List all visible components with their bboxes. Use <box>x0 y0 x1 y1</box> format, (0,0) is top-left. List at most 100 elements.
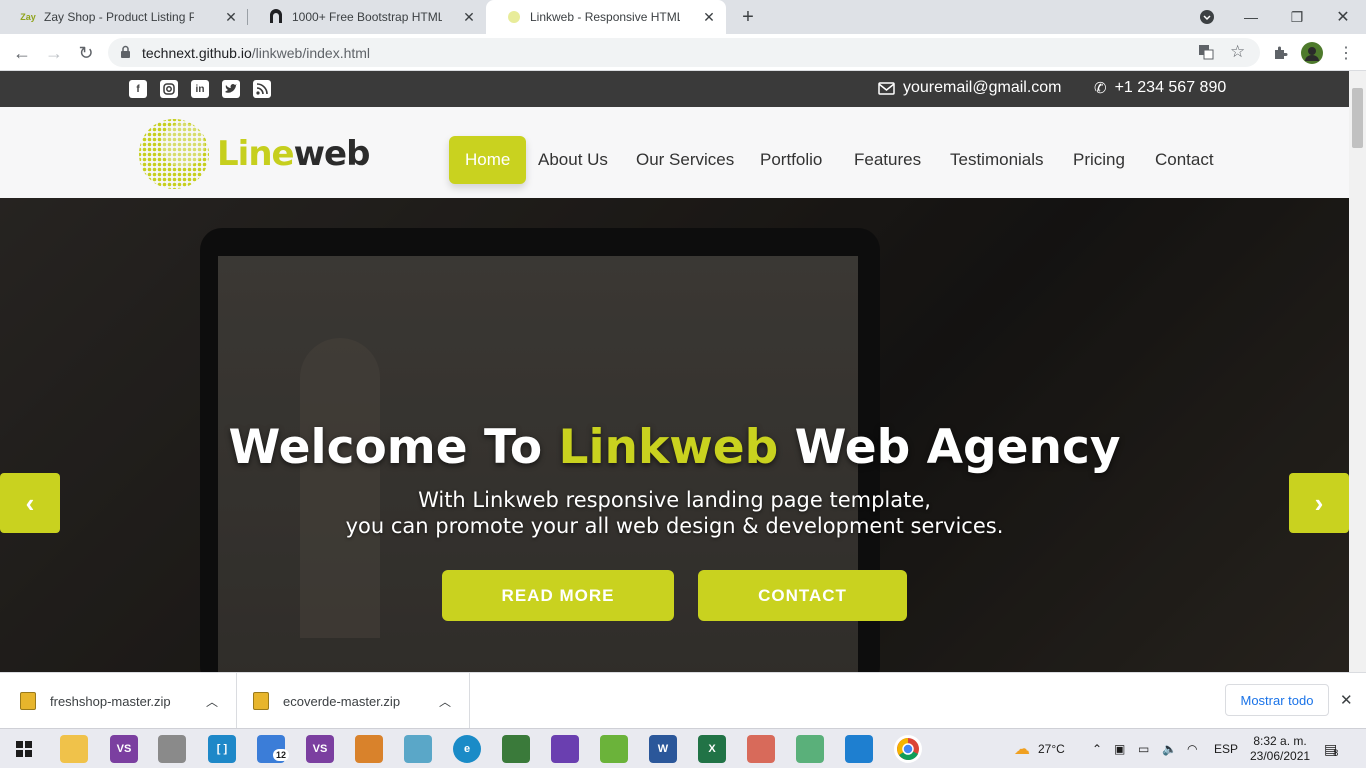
tab-title: Linkweb - Responsive HTML5 Te <box>530 10 680 24</box>
phone-text: +1 234 567 890 <box>1114 79 1227 96</box>
windows-start-icon[interactable] <box>10 735 38 763</box>
email-text: youremail@gmail.com <box>903 79 1062 96</box>
chevron-up-icon[interactable]: ︿ <box>206 693 218 710</box>
instagram-icon[interactable] <box>160 80 178 98</box>
bracket-app-icon[interactable]: [ ] <box>208 735 236 763</box>
browser-tab[interactable]: 1000+ Free Bootstrap HTML5 CS ✕ <box>248 0 486 34</box>
visual-studio-2-icon[interactable]: VS <box>306 735 334 763</box>
battery-icon[interactable]: ▭ <box>1138 729 1149 769</box>
hero-subtitle-line-2: you can promote your all web design & de… <box>345 514 1004 538</box>
reload-icon[interactable]: ↻ <box>74 41 98 65</box>
rss-icon[interactable] <box>253 80 271 98</box>
linkedin-icon[interactable]: in <box>191 80 209 98</box>
facebook-icon[interactable]: f <box>129 80 147 98</box>
url-path: /linkweb/index.html <box>251 44 371 61</box>
scrollbar-thumb[interactable] <box>1352 88 1363 148</box>
nav-about-us[interactable]: About Us <box>538 136 608 184</box>
notifications-count: 8 <box>1333 748 1339 758</box>
vscode-icon[interactable] <box>845 735 873 763</box>
back-icon[interactable]: ← <box>10 41 34 65</box>
download-filename: ecoverde-master.zip <box>283 693 401 709</box>
read-more-button[interactable]: READ MORE <box>442 570 674 621</box>
page-scrollbar[interactable] <box>1349 71 1366 672</box>
weather-icon: ☁ <box>1014 741 1030 758</box>
slider-prev-button[interactable]: ‹ <box>0 473 60 533</box>
logo-text: Lineweb <box>217 134 370 174</box>
forward-icon[interactable]: → <box>42 41 66 65</box>
mail-icon[interactable]: 12 <box>257 735 290 763</box>
nav-features[interactable]: Features <box>854 136 921 184</box>
profile-avatar[interactable] <box>1300 41 1324 65</box>
edge-browser-icon[interactable]: e <box>453 735 481 763</box>
windows-taskbar: VS [ ] 12 VS e W X ☁ 27°C ⌃ ▣ ▭ 🔈 ◠ ESP … <box>0 728 1366 768</box>
weather-widget[interactable]: ☁ 27°C <box>1014 729 1065 769</box>
gem-app-2-icon[interactable] <box>796 735 824 763</box>
nav-contact[interactable]: Contact <box>1155 136 1214 184</box>
linkweb-favicon-icon <box>506 9 522 25</box>
close-window-icon[interactable]: ✕ <box>1320 0 1366 34</box>
show-all-downloads-button[interactable]: Mostrar todo <box>1225 684 1329 716</box>
nav-pricing[interactable]: Pricing <box>1073 136 1125 184</box>
chrome-icon[interactable] <box>894 735 922 763</box>
slider-next-button[interactable]: › <box>1289 473 1349 533</box>
file-explorer-icon[interactable] <box>60 735 88 763</box>
hero-title: Welcome To Linkweb Web Agency <box>228 420 1121 475</box>
contact-button[interactable]: CONTACT <box>698 570 907 621</box>
address-bar[interactable]: technext.github.io/linkweb/index.html ☆ <box>108 38 1260 67</box>
tab-search-icon[interactable] <box>1184 0 1230 34</box>
word-icon[interactable]: W <box>649 735 677 763</box>
url-host: technext.github.io <box>142 44 252 61</box>
network-app-icon[interactable] <box>502 735 530 763</box>
meet-now-icon[interactable]: ▣ <box>1114 729 1125 769</box>
vs-community-icon[interactable] <box>551 735 579 763</box>
nav-testimonials[interactable]: Testimonials <box>950 136 1044 184</box>
mail-badge: 12 <box>273 749 290 761</box>
gem-app-icon[interactable] <box>747 735 775 763</box>
close-downloads-icon[interactable]: ✕ <box>1340 691 1353 709</box>
nav-home[interactable]: Home <box>449 136 527 184</box>
download-filename: freshshop-master.zip <box>50 693 171 709</box>
browser-tab[interactable]: Zay Zay Shop - Product Listing Page ✕ <box>0 0 248 34</box>
maximize-icon[interactable]: ❐ <box>1274 0 1320 34</box>
notifications-icon[interactable]: ▤ 8 <box>1324 729 1338 769</box>
nav-our-services[interactable]: Our Services <box>636 136 734 184</box>
zip-file-icon <box>20 692 36 710</box>
clock-time: 8:32 a. m. <box>1253 734 1307 748</box>
site-header: Lineweb Home About Us Our Services Portf… <box>0 107 1349 198</box>
notes-app-icon[interactable] <box>404 735 432 763</box>
download-item[interactable]: ecoverde-master.zip ︿ <box>237 673 470 729</box>
twitter-icon[interactable] <box>222 80 240 98</box>
visual-studio-icon[interactable]: VS <box>110 735 138 763</box>
tray-chevron-icon[interactable]: ⌃ <box>1092 729 1102 769</box>
bookmark-star-icon[interactable]: ☆ <box>1230 42 1245 62</box>
nav-portfolio[interactable]: Portfolio <box>760 136 822 184</box>
volume-icon[interactable]: 🔈 <box>1162 729 1177 769</box>
weather-temp: 27°C <box>1038 742 1065 756</box>
close-tab-icon[interactable]: ✕ <box>462 10 476 24</box>
translate-icon[interactable] <box>1198 44 1214 63</box>
new-tab-icon[interactable]: + <box>737 6 759 28</box>
download-item[interactable]: freshshop-master.zip ︿ <box>0 673 237 729</box>
phone-contact[interactable]: ✆ +1 234 567 890 <box>1094 79 1226 97</box>
zip-file-icon <box>253 692 269 710</box>
clock[interactable]: 8:32 a. m. 23/06/2021 <box>1250 729 1310 769</box>
site-topbar: f in youremail@gmail.com ✆ +1 234 567 89… <box>0 71 1349 107</box>
chevron-up-icon[interactable]: ︿ <box>439 693 451 710</box>
language-indicator[interactable]: ESP <box>1214 729 1238 769</box>
close-tab-icon[interactable]: ✕ <box>224 10 238 24</box>
tools-app-icon[interactable] <box>158 735 186 763</box>
browser-tab-active[interactable]: Linkweb - Responsive HTML5 Te ✕ <box>486 0 726 34</box>
minimize-icon[interactable]: — <box>1228 0 1274 34</box>
site-logo[interactable]: Lineweb <box>137 117 370 191</box>
themewagon-favicon-icon <box>268 9 284 25</box>
tablet-app-icon[interactable] <box>355 735 383 763</box>
zay-favicon-icon: Zay <box>20 12 36 22</box>
chrome-menu-icon[interactable]: ⋮ <box>1334 41 1358 65</box>
email-contact[interactable]: youremail@gmail.com <box>878 79 1062 97</box>
close-tab-icon[interactable]: ✕ <box>702 10 716 24</box>
excel-icon[interactable]: X <box>698 735 726 763</box>
extensions-icon[interactable] <box>1268 41 1292 65</box>
wifi-icon[interactable]: ◠ <box>1187 729 1197 769</box>
green-app-icon[interactable] <box>600 735 628 763</box>
phone-icon: ✆ <box>1094 80 1107 97</box>
